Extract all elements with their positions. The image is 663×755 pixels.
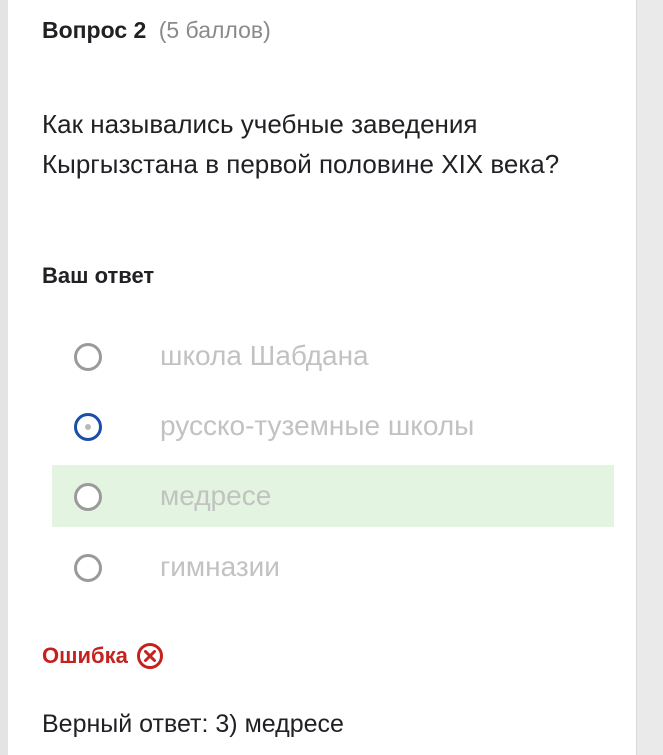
option-label: русско-туземные школы [160,410,475,441]
left-margin [0,0,8,755]
option-4[interactable]: гимназии [52,536,614,598]
radio-button-selected[interactable] [74,413,102,441]
question-header: Вопрос 2 (5 баллов) [42,15,271,45]
right-margin [637,0,663,755]
error-status: Ошибка [42,640,164,672]
radio-button[interactable] [74,554,102,582]
option-label: школа Шабдана [160,340,369,371]
question-card: Вопрос 2 (5 баллов) Как назывались учебн… [8,0,637,755]
option-label: гимназии [160,551,280,582]
radio-button[interactable] [74,343,102,371]
radio-button[interactable] [74,483,102,511]
question-number: Вопрос 2 [42,17,147,43]
radio-dot-icon [85,424,91,430]
question-points: (5 баллов) [158,17,271,43]
option-1[interactable]: школа Шабдана [52,325,614,387]
option-2[interactable]: русско-туземные школы [52,395,614,457]
your-answer-label: Ваш ответ [42,263,155,288]
question-text: Как назывались учебные заведения Кыргызс… [42,109,560,179]
option-label: медресе [160,480,272,511]
error-label: Ошибка [42,643,128,668]
close-circle-icon [136,643,163,669]
option-3-correct[interactable]: медресе [52,465,614,527]
correct-answer-text: Верный ответ: 3) медресе [42,710,344,738]
